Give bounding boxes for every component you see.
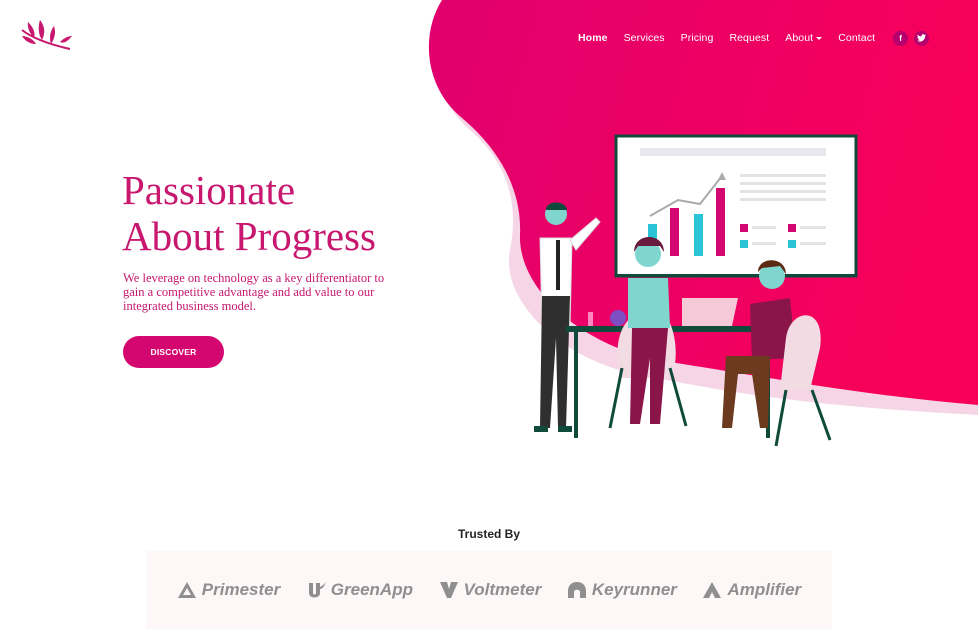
nav-about[interactable]: About	[785, 32, 823, 44]
v-logo-icon	[439, 582, 458, 598]
leaf-logo-icon	[308, 582, 326, 598]
brand-amplifier[interactable]: Amplifier	[702, 580, 801, 600]
hero-description: We leverage on technology as a key diffe…	[123, 271, 385, 313]
a-logo-icon	[703, 582, 722, 598]
brand-name: Keyrunner	[591, 580, 677, 599]
hero-title-line1: Passionate	[122, 167, 296, 213]
office-meeting-illustration	[534, 134, 858, 447]
brand-name: GreenApp	[330, 580, 413, 599]
k-logo-icon	[567, 582, 586, 598]
nav-services[interactable]: Services	[624, 32, 665, 44]
nav-contact[interactable]: Contact	[838, 32, 875, 44]
nav-request[interactable]: Request	[729, 32, 769, 44]
partner-logos: Primester GreenApp Voltmeter Keyrunner A…	[146, 551, 832, 629]
hero-title: Passionate About Progress	[122, 167, 376, 259]
triangle-logo-icon	[177, 582, 196, 598]
brand-name: Voltmeter	[463, 580, 542, 599]
social-links: f	[893, 30, 930, 46]
main-nav: Home Services Pricing Request About Cont…	[578, 30, 930, 46]
brand-greenapp[interactable]: GreenApp	[306, 580, 413, 600]
nav-about-label: About	[785, 32, 814, 44]
brand-name: Amplifier	[727, 580, 802, 599]
hero-title-line2: About Progress	[122, 213, 376, 259]
brand-primester[interactable]: Primester	[177, 580, 280, 600]
chevron-down-icon	[816, 36, 823, 40]
twitter-icon[interactable]	[914, 30, 930, 46]
nav-home[interactable]: Home	[578, 32, 608, 44]
brand-logo[interactable]	[18, 16, 72, 56]
brand-name: Primester	[201, 580, 281, 599]
discover-button[interactable]: DISCOVER	[123, 336, 224, 368]
facebook-icon[interactable]: f	[893, 30, 909, 46]
nav-pricing[interactable]: Pricing	[681, 32, 714, 44]
brand-voltmeter[interactable]: Voltmeter	[439, 580, 542, 600]
brand-keyrunner[interactable]: Keyrunner	[567, 580, 677, 600]
trusted-by-heading: Trusted By	[457, 527, 520, 541]
